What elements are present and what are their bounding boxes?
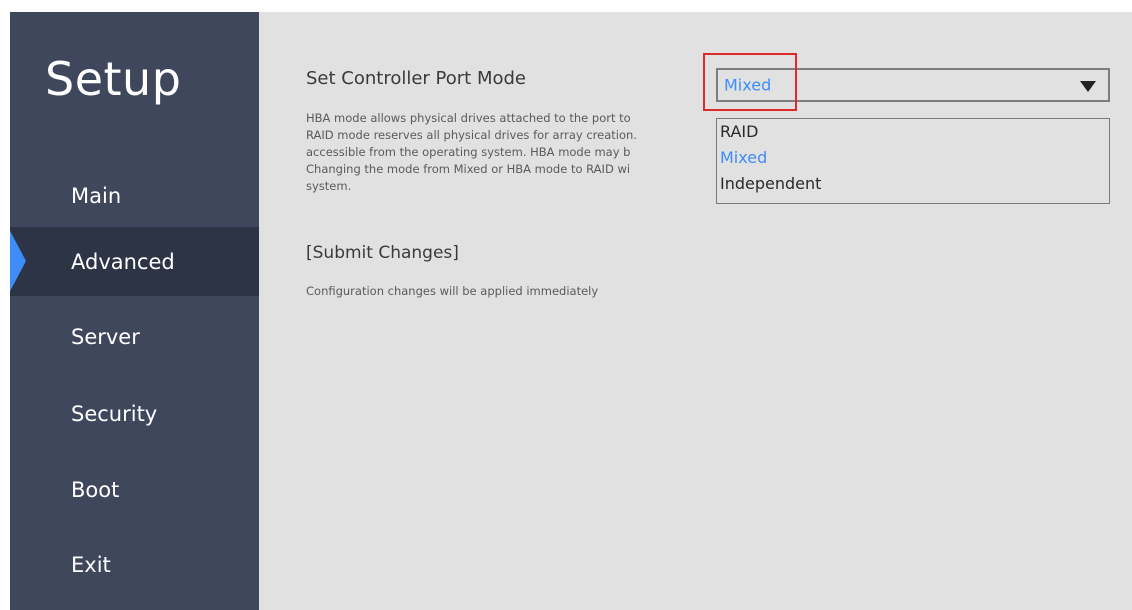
triangle-down-icon[interactable] — [1080, 81, 1096, 92]
sidebar-item-boot[interactable]: Boot — [10, 455, 259, 524]
dropdown-options-list: RAID Mixed Independent — [716, 118, 1110, 204]
sidebar-item-label: Boot — [71, 477, 120, 502]
sidebar: Setup Main Advanced Server Security Boot… — [10, 12, 259, 610]
bios-setup-screen: Setup Main Advanced Server Security Boot… — [10, 12, 1132, 610]
sidebar-item-advanced[interactable]: Advanced — [10, 227, 259, 296]
sidebar-item-label: Main — [71, 183, 122, 208]
submit-changes-button[interactable]: [Submit Changes] — [306, 243, 459, 263]
setup-title: Setup — [45, 52, 182, 106]
option-mixed[interactable]: Mixed — [720, 146, 767, 170]
sidebar-item-main[interactable]: Main — [10, 161, 259, 230]
sidebar-item-server[interactable]: Server — [10, 302, 259, 371]
select-current-value: Mixed — [724, 75, 772, 95]
sidebar-item-exit[interactable]: Exit — [10, 530, 259, 599]
submit-note: Configuration changes will be applied im… — [306, 284, 599, 298]
sidebar-item-label: Exit — [71, 552, 111, 577]
setting-title: Set Controller Port Mode — [306, 68, 526, 89]
option-raid[interactable]: RAID — [720, 120, 758, 144]
sidebar-item-label: Security — [71, 401, 158, 426]
selected-marker-icon — [10, 227, 26, 295]
sidebar-item-security[interactable]: Security — [10, 379, 259, 448]
help-text: HBA mode allows physical drives attached… — [306, 111, 637, 193]
port-mode-select[interactable]: Mixed — [716, 68, 1110, 102]
option-independent[interactable]: Independent — [720, 172, 821, 196]
sidebar-item-label: Server — [71, 324, 140, 349]
sidebar-item-label: Advanced — [71, 249, 175, 274]
